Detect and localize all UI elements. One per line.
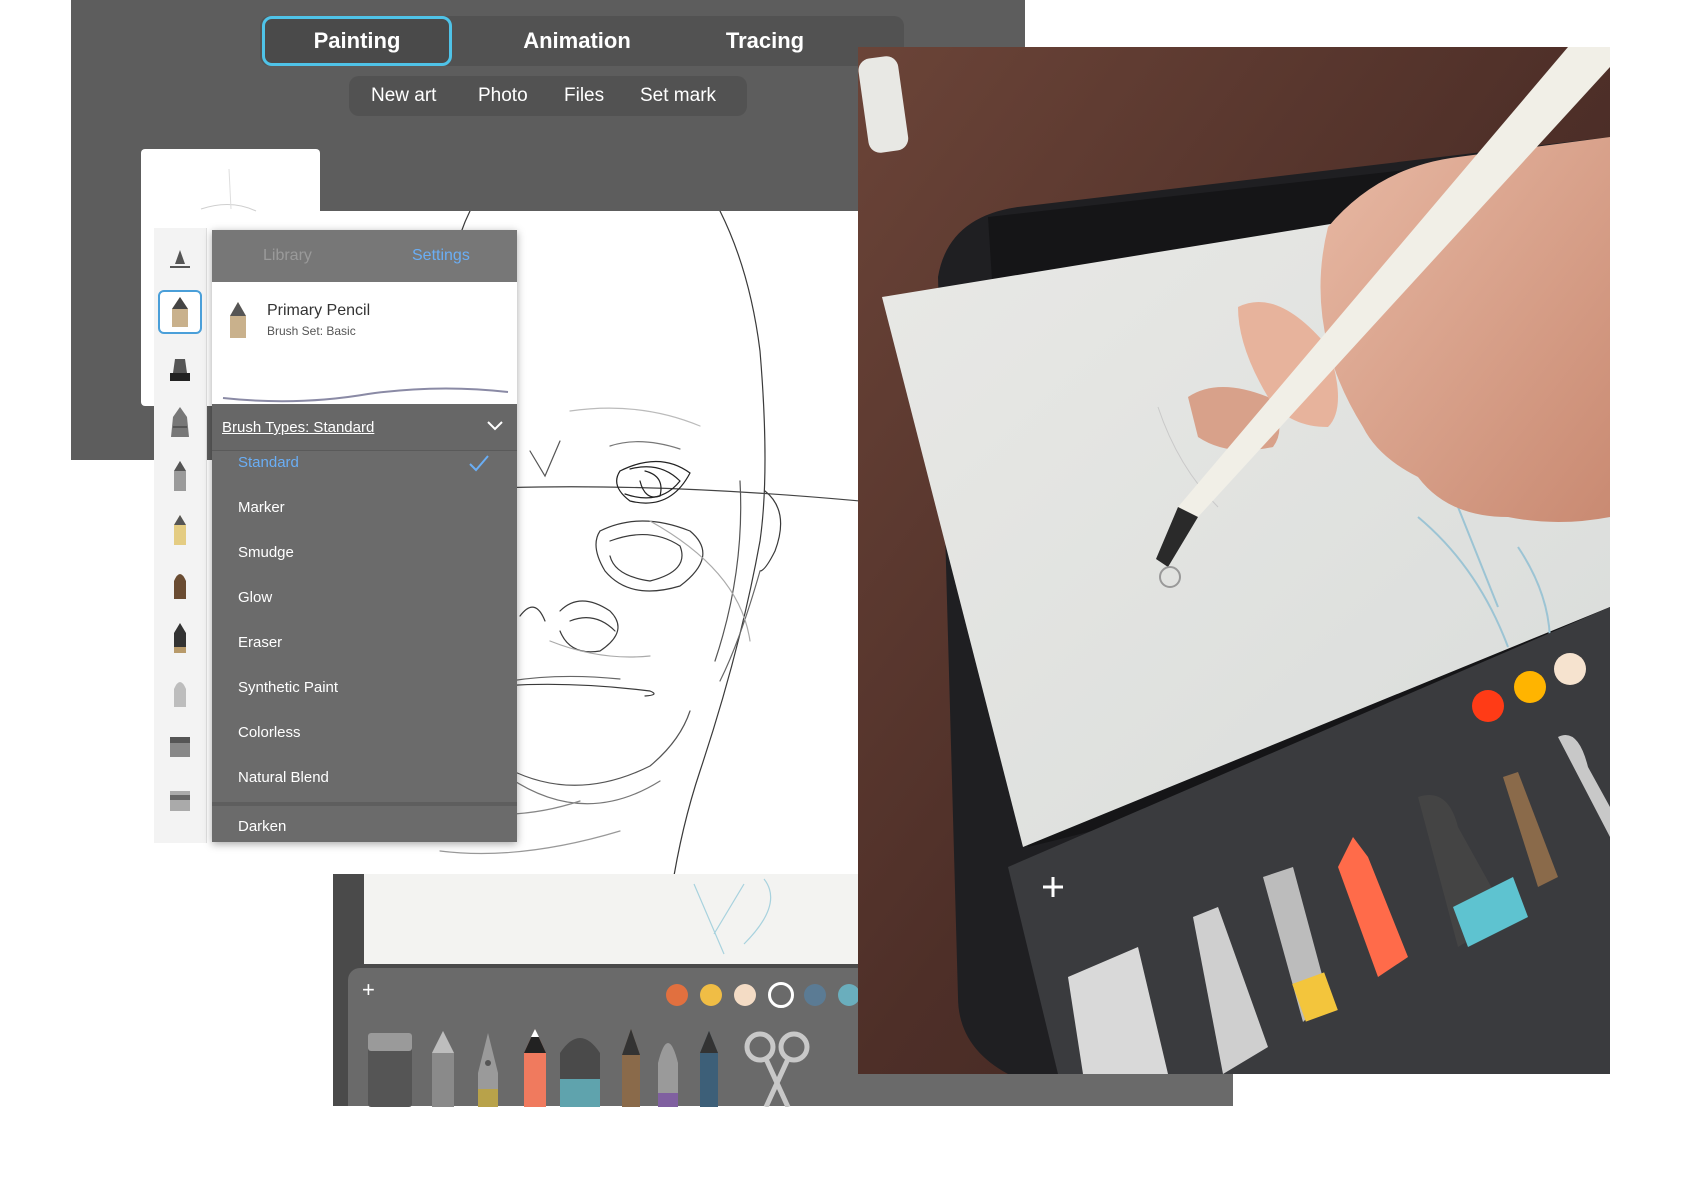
tab-tracing[interactable]: Tracing (670, 16, 860, 66)
checkmark-icon (469, 455, 489, 472)
color-swatch-selected[interactable] (768, 982, 794, 1008)
brush-black-icon[interactable] (158, 616, 202, 660)
files-button[interactable]: Files (564, 76, 604, 116)
airbrush-icon[interactable] (658, 1043, 678, 1107)
brush-pen-gold-icon[interactable] (158, 508, 202, 552)
brush-type-glow[interactable]: Glow (238, 589, 272, 606)
brush-name: Primary Pencil (267, 302, 371, 319)
brush-dark-brown-icon[interactable] (158, 562, 202, 606)
scissors-icon[interactable] (744, 1031, 810, 1107)
new-art-button[interactable]: New art (371, 76, 436, 116)
brush-stamp-icon[interactable] (158, 348, 202, 392)
brush-adjust-icon[interactable] (158, 238, 202, 282)
canvas-lower-strip (364, 874, 858, 964)
brush-marker-icon[interactable] (158, 454, 202, 498)
color-swatch-orange[interactable] (666, 984, 688, 1006)
brush-type-standard[interactable]: Standard (238, 454, 299, 471)
brush-type-natural-blend[interactable]: Natural Blend (238, 769, 329, 786)
tab-settings[interactable]: Settings (412, 230, 470, 282)
file-actions-bar: New art Photo Files Set mark (349, 76, 747, 116)
tab-painting[interactable]: Painting (262, 16, 452, 66)
brush-type-synthetic-paint[interactable]: Synthetic Paint (238, 679, 338, 696)
marker-icon[interactable] (560, 1038, 600, 1107)
photo-color-red (1472, 690, 1504, 722)
eraser-icon[interactable] (368, 1033, 412, 1107)
light-blue-sketch (693, 878, 772, 955)
tab-library[interactable]: Library (263, 230, 312, 282)
pen-blue-icon[interactable] (700, 1031, 718, 1107)
brush-type-smudge[interactable]: Smudge (238, 544, 294, 561)
mode-switcher: Painting Animation Tracing (260, 16, 904, 66)
brush-type-colorless[interactable]: Colorless (238, 724, 301, 741)
brush-blender-icon[interactable] (158, 670, 202, 714)
panel-tabs: Library Settings (212, 230, 517, 282)
photo-color-cream (1554, 653, 1586, 685)
brush-type-eraser[interactable]: Eraser (238, 634, 282, 651)
fountain-pen-icon[interactable] (478, 1033, 498, 1107)
brush-bucket-icon[interactable] (158, 724, 202, 768)
brush-brown-icon[interactable] (622, 1029, 640, 1107)
chevron-down-icon (487, 421, 503, 431)
color-swatch-steel[interactable] (804, 984, 826, 1006)
pencil-gray-icon[interactable] (432, 1031, 454, 1107)
brush-primary-pencil[interactable] (158, 290, 202, 334)
brush-type-darken[interactable]: Darken (238, 818, 286, 835)
brush-types-dropdown[interactable]: Brush Types: Standard (212, 404, 517, 451)
brush-type-marker[interactable]: Marker (238, 499, 285, 516)
photo-color-yellow (1514, 671, 1546, 703)
photo-button[interactable]: Photo (478, 76, 528, 116)
set-mark-button[interactable]: Set mark (640, 76, 716, 116)
brush-settings-panel: Library Settings Primary Pencil Brush Se… (212, 230, 517, 842)
red-pencil-icon[interactable] (524, 1029, 546, 1107)
tool-tray (368, 1029, 810, 1107)
brush-strip (154, 228, 207, 843)
tablet-photo (858, 47, 1610, 1074)
brush-ink-icon[interactable] (158, 400, 202, 444)
pencil-icon (230, 302, 246, 338)
divider (212, 802, 517, 806)
brush-fill-icon[interactable] (158, 778, 202, 822)
brush-set-label: Brush Set: Basic (267, 324, 356, 338)
color-swatch-cream[interactable] (734, 984, 756, 1006)
brush-types-label: Brush Types: Standard (222, 419, 375, 436)
color-swatch-yellow[interactable] (700, 984, 722, 1006)
color-swatch-teal[interactable] (838, 984, 860, 1006)
add-button[interactable]: + (362, 978, 386, 1002)
tab-animation[interactable]: Animation (482, 16, 672, 66)
tablet-photo-illustration (858, 47, 1610, 1074)
